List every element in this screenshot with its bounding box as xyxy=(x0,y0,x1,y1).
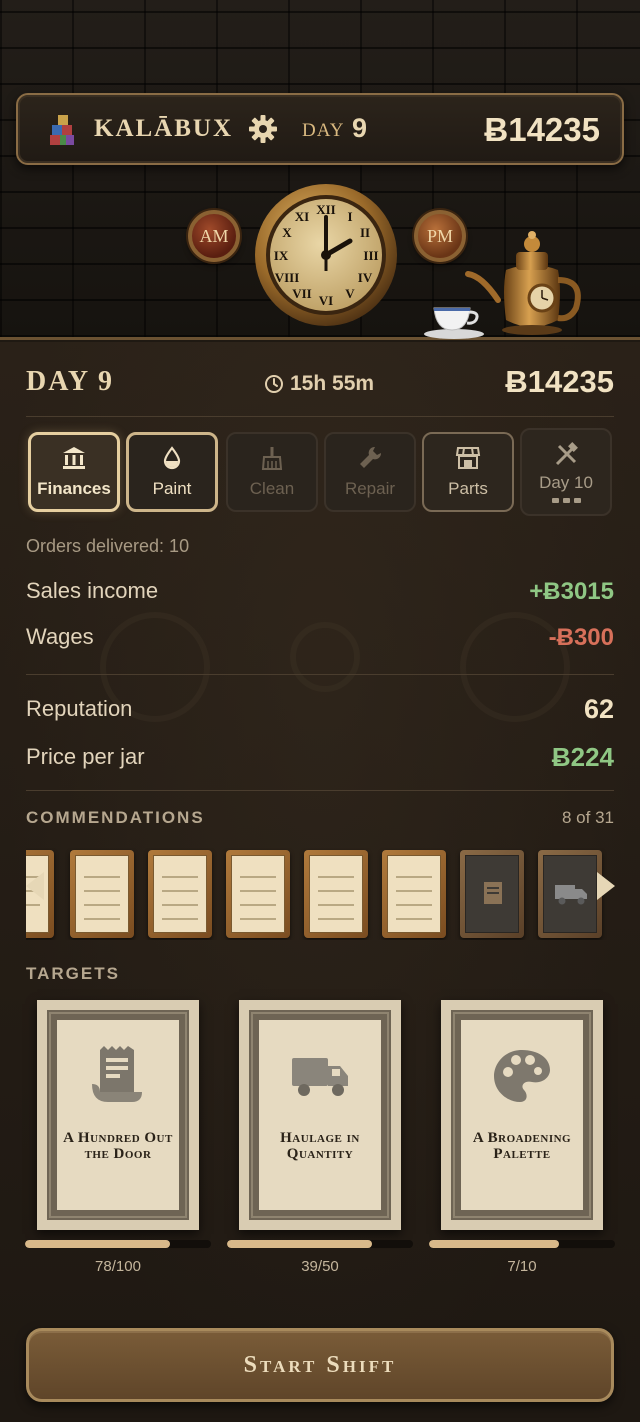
clock-icon: XII I II III IV V VI VII VIII IX X XI xyxy=(254,183,398,327)
svg-text:X: X xyxy=(282,225,292,240)
wrench-icon xyxy=(360,446,382,468)
commendation-certificate[interactable] xyxy=(226,850,290,938)
carousel-left-arrow-icon[interactable] xyxy=(26,872,44,900)
panel-money: Ƀ14235 xyxy=(505,364,614,399)
target-name: Haulage in Quantity xyxy=(280,1130,360,1162)
tab-label: Paint xyxy=(152,479,192,498)
day-summary-panel: DAY 9 15h 55m Ƀ14235 Finances Paint Clea… xyxy=(0,342,640,1422)
locked-commendation[interactable] xyxy=(460,850,524,938)
svg-text:II: II xyxy=(360,225,370,240)
receipt-icon xyxy=(92,1046,142,1102)
app-title: KALĀBUX xyxy=(94,115,234,142)
svg-text:IX: IX xyxy=(274,248,289,263)
tab-label: Clean xyxy=(249,479,295,498)
stacked-jars-logo-icon xyxy=(50,115,76,145)
progress-fill xyxy=(227,1240,373,1248)
target-progress-bar xyxy=(227,1240,413,1248)
top-bar: KALĀBUX DAY 9 Ƀ14235 xyxy=(16,93,624,165)
price-per-jar-label: Price per jar xyxy=(26,744,145,769)
day-heading: DAY 9 xyxy=(26,366,115,397)
paint-drop-icon xyxy=(163,446,181,470)
tab-repair[interactable]: Repair xyxy=(324,432,416,512)
top-money: Ƀ14235 xyxy=(484,111,600,148)
svg-text:III: III xyxy=(363,248,378,263)
price-per-jar-value: Ƀ224 xyxy=(551,742,614,772)
svg-text:VI: VI xyxy=(319,293,333,308)
commendation-certificate[interactable] xyxy=(70,850,134,938)
am-button[interactable]: AM xyxy=(188,210,240,262)
tab-finances[interactable]: Finances xyxy=(28,432,120,512)
tab-clean[interactable]: Clean xyxy=(226,432,318,512)
sales-income-label: Sales income xyxy=(26,578,159,603)
target-name: A Broadening Palette xyxy=(472,1130,572,1162)
tab-label: Repair xyxy=(344,479,396,498)
start-shift-button[interactable]: Start Shift xyxy=(26,1328,614,1402)
orders-delivered: Orders delivered: 10 xyxy=(26,536,190,556)
progress-fill xyxy=(429,1240,560,1248)
svg-text:I: I xyxy=(347,209,352,224)
scene-background: KALĀBUX DAY 9 Ƀ14235 AM PM XII I II III … xyxy=(0,0,640,340)
truck-icon xyxy=(555,885,587,905)
background-gear-icon xyxy=(290,622,360,692)
reputation-value: 62 xyxy=(583,694,614,724)
commendations-count: 8 of 31 xyxy=(562,808,614,827)
settings-gear-icon[interactable] xyxy=(247,113,279,145)
tools-icon xyxy=(555,441,578,465)
svg-text:XI: XI xyxy=(295,209,309,224)
locked-commendation[interactable] xyxy=(538,850,602,938)
target-progress-text: 39/50 xyxy=(301,1258,339,1275)
time-remaining: 15h 55m xyxy=(264,372,374,396)
time-remaining-text: 15h 55m xyxy=(290,372,375,395)
commendations-carousel[interactable] xyxy=(26,848,614,940)
reputation-label: Reputation xyxy=(26,696,133,721)
targets-title: TARGETS xyxy=(26,964,120,983)
tab-label: Parts xyxy=(448,479,488,498)
svg-text:VII: VII xyxy=(292,286,312,301)
commendation-certificate[interactable] xyxy=(304,850,368,938)
broom-icon xyxy=(261,447,283,470)
receipt-icon xyxy=(484,882,502,904)
more-dots-icon xyxy=(551,497,581,503)
carousel-right-arrow-icon[interactable] xyxy=(597,872,615,900)
bank-icon xyxy=(63,447,85,469)
shop-icon xyxy=(455,447,481,469)
target-card[interactable]: A Hundred Out the Door xyxy=(37,1000,199,1230)
top-day-number: 9 xyxy=(352,113,368,143)
target-progress-bar xyxy=(429,1240,615,1248)
divider xyxy=(26,790,614,791)
svg-text:XII: XII xyxy=(316,202,336,217)
target-name: A Hundred Out the Door xyxy=(63,1130,173,1162)
target-progress-text: 78/100 xyxy=(95,1258,141,1275)
teapot-icon xyxy=(462,230,588,340)
wages-value: -Ƀ300 xyxy=(548,624,614,651)
divider xyxy=(26,674,614,675)
commendation-certificate[interactable] xyxy=(148,850,212,938)
top-day-label: DAY xyxy=(302,120,345,141)
commendations-title: COMMENDATIONS xyxy=(26,808,205,827)
palette-icon xyxy=(494,1050,550,1102)
svg-text:VIII: VIII xyxy=(275,270,300,285)
tab-paint[interactable]: Paint xyxy=(126,432,218,512)
svg-text:IV: IV xyxy=(358,270,373,285)
tab-label: Finances xyxy=(37,479,111,498)
truck-icon xyxy=(292,1058,348,1096)
target-progress-bar xyxy=(25,1240,211,1248)
pm-button[interactable]: PM xyxy=(414,210,466,262)
clock-small-icon xyxy=(265,375,283,393)
target-card[interactable]: A Broadening Palette xyxy=(441,1000,603,1230)
tab-day-10[interactable]: Day 10 xyxy=(520,428,612,516)
sales-income-value: +Ƀ3015 xyxy=(529,578,614,605)
tab-parts[interactable]: Parts xyxy=(422,432,514,512)
svg-text:V: V xyxy=(345,286,355,301)
tab-label: Day 10 xyxy=(539,472,593,492)
target-progress-text: 7/10 xyxy=(507,1258,537,1275)
target-card[interactable]: Haulage in Quantity xyxy=(239,1000,401,1230)
progress-fill xyxy=(25,1240,171,1248)
divider xyxy=(26,416,614,417)
commendation-certificate[interactable] xyxy=(382,850,446,938)
wages-label: Wages xyxy=(26,624,94,649)
